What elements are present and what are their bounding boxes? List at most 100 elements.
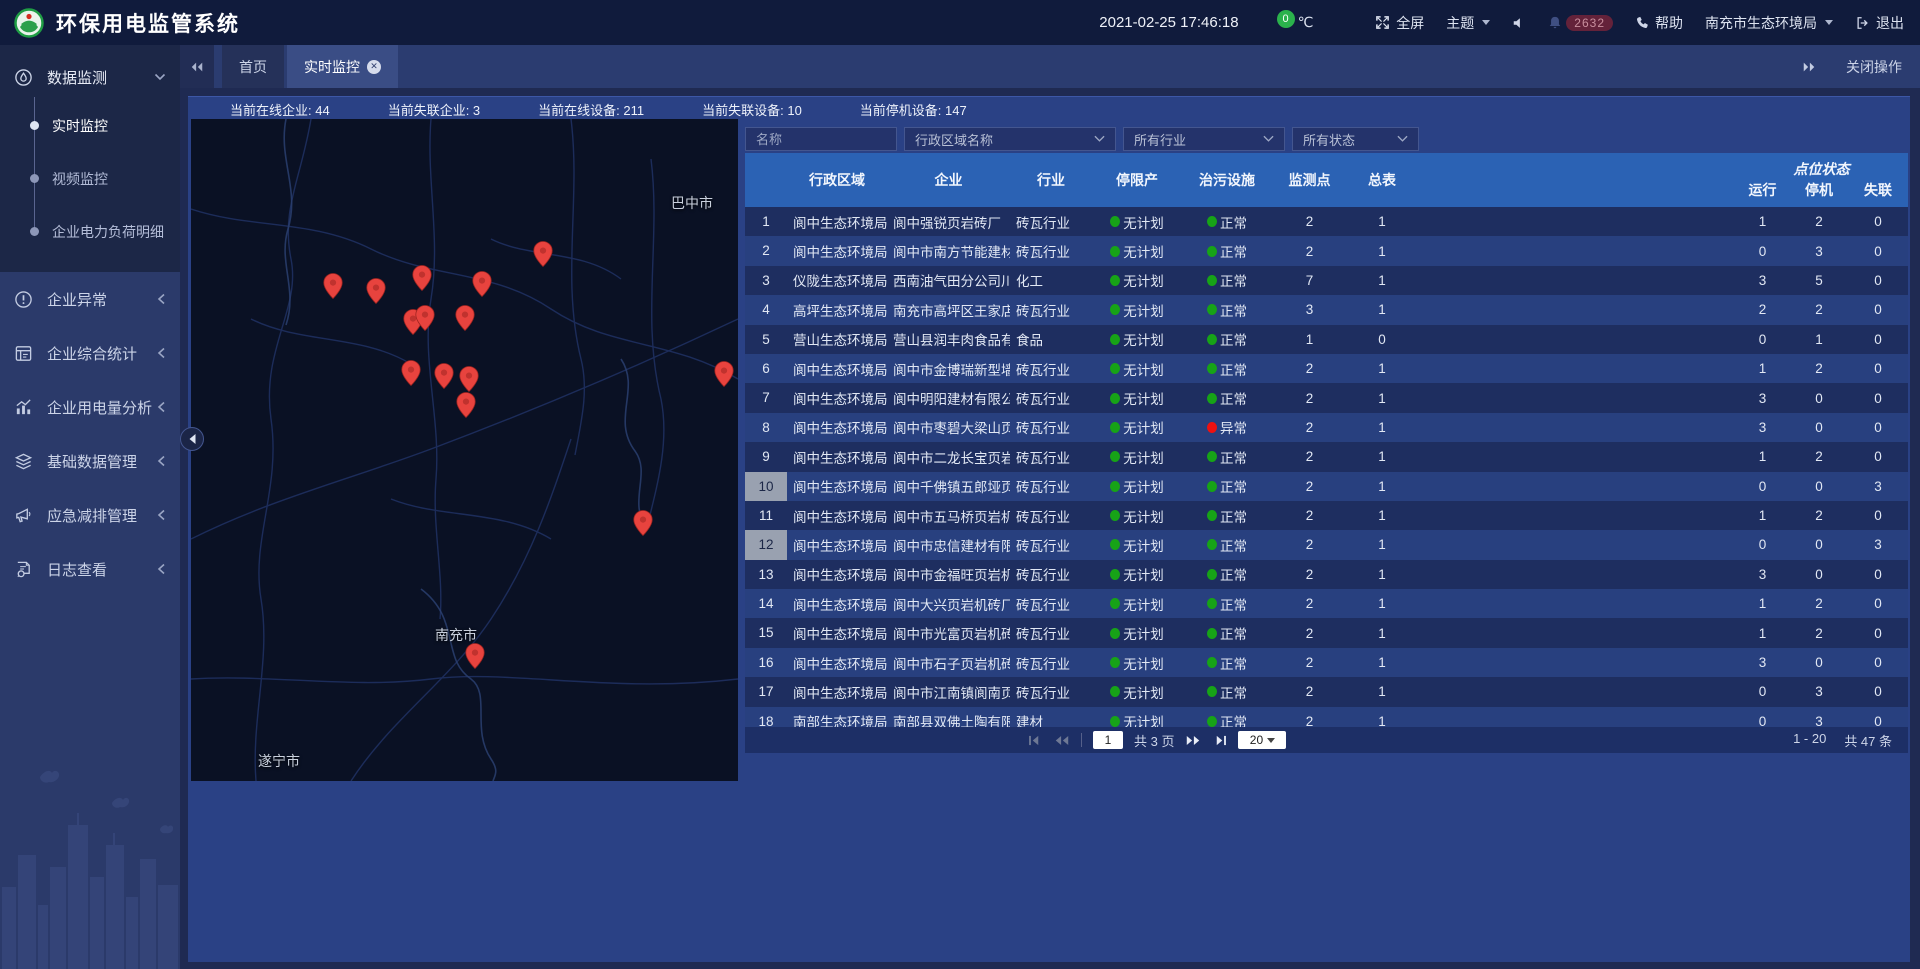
page-size-select[interactable]: 20 <box>1238 731 1286 749</box>
row-index: 10 <box>745 472 787 501</box>
table-row[interactable]: 11阆中生态环境局阆中市五马桥页岩机砖砖瓦行业无计划正常21120 <box>745 501 1908 530</box>
tabs-scroll-left-button[interactable] <box>180 45 214 88</box>
table-row[interactable]: 18南部生态环境局南部县双佛土陶有限公建材无计划正常21030 <box>745 707 1908 727</box>
sidebar-group-日志查看[interactable]: 日志查看 <box>0 542 180 596</box>
cell-company: 营山县润丰肉食品有限 <box>887 329 1010 349</box>
table-row[interactable]: 4高坪生态环境局南充市高坪区王家店建砖瓦行业无计划正常31220 <box>745 295 1908 324</box>
sidebar-item-实时监控[interactable]: 实时监控 <box>0 99 180 152</box>
region-filter-select[interactable]: 行政区域名称 <box>904 127 1116 151</box>
tabs-scroll-right-button[interactable] <box>1802 61 1816 73</box>
sidebar-group-企业综合统计[interactable]: 企业综合统计 <box>0 326 180 380</box>
col-index <box>745 153 787 207</box>
cell-monitor-count: 3 <box>1272 302 1347 317</box>
map-pin-icon[interactable] <box>415 305 435 331</box>
table-row[interactable]: 7阆中生态环境局阆中明阳建材有限公司砖瓦行业无计划正常21300 <box>745 383 1908 412</box>
industry-filter-select[interactable]: 所有行业 <box>1123 127 1285 151</box>
table-row[interactable]: 17阆中生态环境局阆中市江南镇阆南页岩砖瓦行业无计划正常21030 <box>745 677 1908 706</box>
cell-monitor-count: 7 <box>1272 273 1347 288</box>
last-page-button[interactable] <box>1212 735 1227 746</box>
cell-limit-status: 无计划 <box>1092 300 1182 320</box>
map-collapse-handle[interactable] <box>180 427 204 451</box>
tab-实时监控[interactable]: 实时监控✕ <box>287 45 398 88</box>
col-monitor: 监测点 <box>1272 153 1347 207</box>
sidebar-group-基础数据管理[interactable]: 基础数据管理 <box>0 434 180 488</box>
table-row[interactable]: 15阆中生态环境局阆中市光富页岩机砖厂砖瓦行业无计划正常21120 <box>745 618 1908 647</box>
table-row[interactable]: 14阆中生态环境局阆中大兴页岩机砖厂砖瓦行业无计划正常21120 <box>745 589 1908 618</box>
theme-dropdown[interactable]: 主题 <box>1446 13 1490 33</box>
map-pin-icon[interactable] <box>366 278 386 304</box>
table-row[interactable]: 6阆中生态环境局阆中市金博瑞新型墙材砖瓦行业无计划正常21120 <box>745 354 1908 383</box>
cell-monitor-count: 2 <box>1272 449 1347 464</box>
cell-company: 南充市高坪区王家店建 <box>887 300 1010 320</box>
notifications-button[interactable]: 2632 <box>1548 15 1613 31</box>
logout-button[interactable]: 退出 <box>1855 13 1904 33</box>
tab-bar: 首页实时监控✕ 关闭操作 <box>180 45 1920 88</box>
cell-facility-status: 正常 <box>1182 329 1272 349</box>
cell-facility-status: 正常 <box>1182 359 1272 379</box>
help-button[interactable]: 帮助 <box>1635 13 1683 33</box>
tab-首页[interactable]: 首页 <box>222 45 284 88</box>
cell-lost-count: 3 <box>1848 537 1908 552</box>
page-number-input[interactable]: 1 <box>1093 731 1123 749</box>
sidebar-group-应急减排管理[interactable]: 应急减排管理 <box>0 488 180 542</box>
first-page-button[interactable] <box>1028 735 1043 746</box>
cell-company: 阆中市枣碧大梁山页岩 <box>887 417 1010 437</box>
map-pin-icon[interactable] <box>401 360 421 386</box>
cell-monitor-count: 2 <box>1272 479 1347 494</box>
cell-lost-count: 0 <box>1848 332 1908 347</box>
cell-run-count: 0 <box>1735 479 1790 494</box>
filter-bar: 行政区域名称 所有行业 所有状态 <box>745 127 1908 151</box>
sidebar-item-视频监控[interactable]: 视频监控 <box>0 152 180 205</box>
fullscreen-button[interactable]: 全屏 <box>1375 13 1424 33</box>
table-row[interactable]: 16阆中生态环境局阆中市石子页岩机砖厂砖瓦行业无计划正常21300 <box>745 648 1908 677</box>
table-row[interactable]: 9阆中生态环境局阆中市二龙长宝页岩砖砖瓦行业无计划正常21120 <box>745 442 1908 471</box>
map-pin-icon[interactable] <box>465 643 485 669</box>
user-org-dropdown[interactable]: 南充市生态环境局 <box>1705 13 1833 33</box>
cell-run-count: 1 <box>1735 214 1790 229</box>
table-row[interactable]: 10阆中生态环境局阆中千佛镇五郎垭页岩砖瓦行业无计划正常21003 <box>745 472 1908 501</box>
table-row[interactable]: 13阆中生态环境局阆中市金福旺页岩机砖砖瓦行业无计划正常21300 <box>745 560 1908 589</box>
map-pin-icon[interactable] <box>472 271 492 297</box>
map-panel[interactable]: 巴中市南充市遂宁市 <box>191 119 738 781</box>
status-filter-select[interactable]: 所有状态 <box>1292 127 1419 151</box>
table-row[interactable]: 2阆中生态环境局阆中市南方节能建材有砖瓦行业无计划正常21030 <box>745 236 1908 265</box>
col-region: 行政区域 <box>787 153 887 207</box>
map-pin-icon[interactable] <box>434 363 454 389</box>
next-page-button[interactable] <box>1185 735 1201 746</box>
table-row[interactable]: 12阆中生态环境局阆中市忠信建材有限公砖瓦行业无计划正常21003 <box>745 530 1908 559</box>
table-row[interactable]: 8阆中生态环境局阆中市枣碧大梁山页岩砖瓦行业无计划异常21300 <box>745 413 1908 442</box>
map-pin-icon[interactable] <box>533 241 553 267</box>
table-row[interactable]: 1阆中生态环境局阆中强锐页岩砖厂砖瓦行业无计划正常21120 <box>745 207 1908 236</box>
cell-lost-count: 0 <box>1848 508 1908 523</box>
close-operations-button[interactable]: 关闭操作 <box>1846 57 1902 77</box>
cell-industry: 砖瓦行业 <box>1010 388 1092 408</box>
table-row[interactable]: 3仪陇生态环境局西南油气田分公司川中化工无计划正常71350 <box>745 266 1908 295</box>
map-pin-icon[interactable] <box>455 305 475 331</box>
cell-industry: 砖瓦行业 <box>1010 300 1092 320</box>
sound-mute-button[interactable] <box>1512 16 1526 30</box>
row-index: 8 <box>745 413 787 442</box>
sidebar-group-数据监测[interactable]: 数据监测 <box>0 55 180 99</box>
sidebar-group-企业用电量分析[interactable]: 企业用电量分析 <box>0 380 180 434</box>
map-pin-icon[interactable] <box>323 273 343 299</box>
map-pin-icon[interactable] <box>459 366 479 392</box>
status-dot-icon <box>1110 422 1120 433</box>
map-pin-icon[interactable] <box>714 361 734 387</box>
name-filter-input[interactable] <box>745 127 897 151</box>
table-row[interactable]: 5营山生态环境局营山县润丰肉食品有限食品无计划正常10010 <box>745 325 1908 354</box>
cell-lost-count: 0 <box>1848 714 1908 727</box>
status-dot-icon <box>1110 334 1120 345</box>
tab-close-icon[interactable]: ✕ <box>367 60 381 74</box>
cell-run-count: 0 <box>1735 332 1790 347</box>
map-pin-icon[interactable] <box>456 392 476 418</box>
prev-page-button[interactable] <box>1054 735 1070 746</box>
cell-facility-status: 正常 <box>1182 682 1272 702</box>
map-pin-icon[interactable] <box>633 510 653 536</box>
cell-limit-status: 无计划 <box>1092 653 1182 673</box>
cell-limit-status: 无计划 <box>1092 329 1182 349</box>
col-group-point-status: 点位状态 <box>1735 159 1908 179</box>
sidebar-item-企业电力负荷明细[interactable]: 企业电力负荷明细 <box>0 205 180 258</box>
map-pin-icon[interactable] <box>412 265 432 291</box>
status-dot-icon <box>1207 481 1217 492</box>
sidebar-group-企业异常[interactable]: 企业异常 <box>0 272 180 326</box>
